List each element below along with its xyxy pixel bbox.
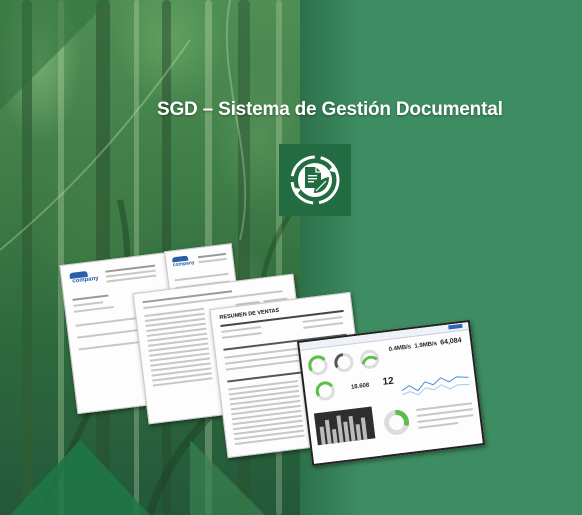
bottom-triangle (10, 440, 150, 515)
dashboard-screenshot: 0.4MB/s 1.9MB/s 64,084 18.608 12 (296, 319, 486, 467)
document-leaf-cycle-icon (290, 155, 340, 205)
dashboard-bar-chart (313, 406, 376, 446)
kpi-1: 0.4MB/s (388, 344, 412, 353)
kpi-5: 12 (381, 375, 395, 388)
kpi-4: 18.608 (350, 382, 370, 391)
kpi-2: 1.9MB/s (414, 341, 438, 350)
kpi-3: 64,084 (439, 337, 462, 347)
top-left-triangle (0, 0, 110, 110)
dashboard-donut-chart (384, 410, 410, 436)
dashboard-gauge-small (315, 381, 335, 401)
receipt-brand: company (172, 259, 196, 269)
page-title: SGD – Sistema de Gestión Documental (157, 99, 503, 120)
dashboard-gauges (308, 349, 380, 376)
dashboard-line-chart (401, 376, 470, 396)
sgd-logo (279, 144, 351, 216)
